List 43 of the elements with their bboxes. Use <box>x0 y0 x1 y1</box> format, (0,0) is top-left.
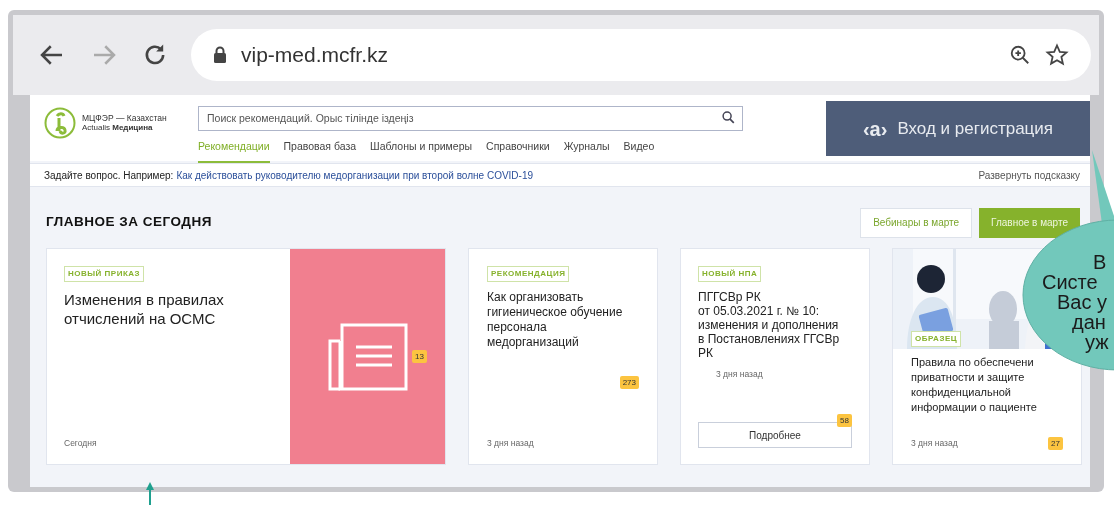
count-badge: 27 <box>1048 437 1063 450</box>
category-tag: ОБРАЗЕЦ <box>911 331 962 347</box>
card-title: Как организовать гигиеническое обучение персонала медорганизаций <box>487 290 624 350</box>
card-title: ПГГСВр РК от 05.03.2021 г. № 10: изменения и дополнения в Постановлениях ГГСВр РК <box>698 290 841 360</box>
section-title: ГЛАВНОЕ ЗА СЕГОДНЯ <box>46 213 212 232</box>
callout-text: уж <box>1085 332 1109 352</box>
zoom-icon[interactable] <box>1009 44 1031 66</box>
star-icon[interactable] <box>1045 43 1069 67</box>
logo-text: Actualis Медицина <box>82 123 154 133</box>
login-logo: ‹a› <box>862 116 888 142</box>
card-date: Сегодня <box>64 437 98 450</box>
count-badge: 58 <box>837 413 852 427</box>
url-text: vip-med.mcfr.kz <box>241 42 390 69</box>
example-link[interactable]: Как действовать руководителю медорганизации при второй волне COVID-19 <box>176 167 534 183</box>
lock-icon <box>213 46 227 64</box>
details-button[interactable]: Подробнее <box>698 422 852 448</box>
question-prompt: Задайте вопрос. Например: <box>44 168 174 183</box>
card-date: 3 дня назад <box>716 368 764 381</box>
category-tag: РЕКОМЕНДАЦИЯ <box>487 266 570 282</box>
card-date: 3 дня назад <box>487 437 535 450</box>
nav-tab[interactable]: Видео <box>623 139 655 163</box>
callout-text: В <box>1093 252 1108 272</box>
card-title: Правила по обеспечени приватности и защите конфиденциальной информации о пациенте <box>911 355 1038 415</box>
nav-tab[interactable]: Правовая база <box>283 139 357 163</box>
count-badge: 273 <box>619 376 639 389</box>
nav-tab[interactable]: Справочники <box>486 139 550 163</box>
nav-tab[interactable]: Шаблоны и примеры <box>370 139 473 163</box>
news-card[interactable]: НОВЫЙ НПА ПГГСВр РК от 05.03.2021 г. № 10: изменения и дополнения в Постановлениях ГГСВр РК 3 дня назад Подробнее 58 <box>680 248 870 465</box>
category-tag: НОВЫЙ ПРИКАЗ <box>64 266 145 282</box>
logo-text: МЦФЭР — Казахстан <box>82 113 167 123</box>
login-button[interactable]: ‹a› Вход и регистрация <box>826 101 1090 156</box>
news-card[interactable]: НОВЫЙ ПРИКАЗ Изменения в правилах отчислений на ОСМС Сегодня 13 <box>46 248 446 465</box>
expand-link[interactable]: Развернуть подсказку <box>978 167 1080 183</box>
category-tag: НОВЫЙ НПА <box>698 266 762 282</box>
address-bar[interactable]: vip-med.mcfr.kz <box>191 29 1091 81</box>
card-title: Изменения в правилах отчислений на ОСМС <box>64 290 225 328</box>
card-date: 3 дня назад <box>911 437 958 450</box>
nav-tab[interactable]: Журналы <box>563 139 610 163</box>
count-badge: 13 <box>412 350 427 363</box>
pointer-arrow <box>144 482 156 505</box>
search-icon[interactable] <box>722 111 735 124</box>
search-field[interactable]: Поиск рекомендаций. Орыс тілінде іздеңіз <box>198 105 743 131</box>
news-card[interactable]: РЕКОМЕНДАЦИЯ Как организовать гигиеническое обучение персонала медорганизаций 273 3 дня назад <box>468 248 658 465</box>
